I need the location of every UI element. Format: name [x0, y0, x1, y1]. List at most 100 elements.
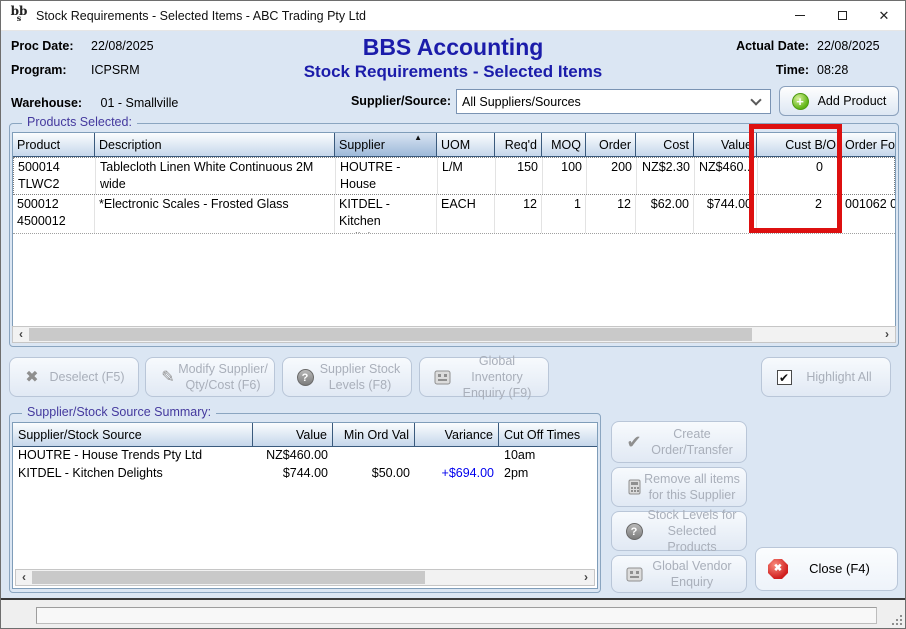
edit-pencil-icon: ✎ [158, 367, 178, 387]
window-title: Stock Requirements - Selected Items - AB… [36, 9, 779, 23]
cell-cust-bo: 0 [758, 158, 842, 194]
table-row[interactable]: 500014 TLWC2 Tablecloth Linen White Cont… [13, 157, 895, 195]
program-label: Program: [11, 63, 83, 77]
scroll-left-icon[interactable]: ‹ [16, 570, 32, 585]
col-order-for[interactable]: Order For [841, 133, 896, 157]
products-hscrollbar[interactable]: ‹ › [12, 326, 896, 343]
cell-order: 200 [587, 158, 637, 194]
close-window-button[interactable]: ✕ [863, 1, 905, 31]
scroll-right-icon[interactable]: › [879, 327, 895, 342]
summary-table-header: Supplier/Stock Source Value Min Ord Val … [13, 423, 597, 447]
minimize-icon [795, 15, 805, 16]
cell-supplier-source: HOUTRE - House Trends Pty Ltd [13, 447, 253, 465]
col-moq[interactable]: MOQ [542, 133, 586, 157]
maximize-button[interactable] [821, 1, 863, 31]
col-sum-value[interactable]: Value [253, 423, 333, 447]
cell-value: NZ$460... [695, 158, 758, 194]
resize-grip[interactable] [892, 615, 902, 625]
cell-variance [415, 447, 499, 465]
scroll-right-icon[interactable]: › [578, 570, 594, 585]
close-button[interactable]: ✖ Close (F4) [755, 547, 898, 591]
supplier-source-label: Supplier/Source: [341, 94, 451, 108]
supplier-summary-label: Supplier/Stock Source Summary: [22, 405, 216, 419]
scrollbar-thumb[interactable] [29, 328, 752, 341]
cell-reqd: 12 [495, 195, 542, 233]
close-icon: ✕ [879, 8, 890, 24]
cell-uom: L/M [438, 158, 496, 194]
warehouse-label: Warehouse: [11, 96, 82, 110]
add-product-label: Add Product [818, 94, 887, 108]
summary-row[interactable]: HOUTRE - House Trends Pty Ltd NZ$460.00 … [13, 447, 597, 465]
col-cust-bo[interactable]: Cust B/O [757, 133, 841, 157]
supplier-source-select[interactable]: All Suppliers/Sources [456, 89, 771, 114]
col-uom[interactable]: UOM [437, 133, 495, 157]
cell-reqd: 150 [496, 158, 543, 194]
cell-description: *Electronic Scales - Frosted Glass [95, 195, 335, 233]
highlight-all-toggle[interactable]: ✔ Highlight All [761, 357, 891, 397]
create-order-transfer-button[interactable]: ✔ Create Order/Transfer [611, 421, 747, 463]
col-reqd[interactable]: Req'd [495, 133, 542, 157]
cell-order: 12 [586, 195, 636, 233]
question-icon: ? [297, 369, 314, 386]
cell-product: 500012 4500012 [13, 195, 95, 233]
cell-cost: NZ$2.30 [637, 158, 695, 194]
register-icon [432, 370, 452, 385]
stock-levels-selected-button[interactable]: ? Stock Levels for Selected Products [611, 511, 747, 551]
scrollbar-thumb[interactable] [32, 571, 425, 584]
table-row[interactable]: 500012 4500012 *Electronic Scales - Fros… [13, 195, 895, 234]
app-window: bbs Stock Requirements - Selected Items … [0, 0, 906, 629]
cell-product: 500014 TLWC2 [14, 158, 96, 194]
cell-cust-bo: 2 [757, 195, 841, 233]
time-value: 08:28 [817, 63, 895, 77]
cell-supplier: KITDEL - Kitchen Delights [335, 195, 437, 233]
col-order[interactable]: Order [586, 133, 636, 157]
cell-moq: 100 [543, 158, 587, 194]
modify-supplier-button[interactable]: ✎ Modify Supplier/ Qty/Cost (F6) [145, 357, 275, 397]
supplier-summary-group: Supplier/Stock Source Summary: Supplier/… [9, 413, 601, 593]
col-variance[interactable]: Variance [415, 423, 499, 447]
summary-row[interactable]: KITDEL - Kitchen Delights $744.00 $50.00… [13, 465, 597, 483]
col-description[interactable]: Description [95, 133, 335, 157]
checkbox-checked-icon: ✔ [777, 370, 792, 385]
products-selected-group: Products Selected: Product Description S… [9, 123, 899, 347]
scroll-left-icon[interactable]: ‹ [13, 327, 29, 342]
products-table-header: Product Description Supplier▲ UOM Req'd … [13, 133, 895, 157]
actual-date-value: 22/08/2025 [817, 39, 895, 53]
col-cost[interactable]: Cost [636, 133, 694, 157]
status-bar [1, 598, 905, 628]
deselect-x-icon: ✖ [22, 367, 42, 387]
register-icon [624, 567, 644, 582]
cell-sum-value: $744.00 [253, 465, 333, 483]
check-icon: ✔ [624, 432, 644, 453]
products-table[interactable]: Product Description Supplier▲ UOM Req'd … [12, 132, 896, 328]
cell-cut-off: 2pm [499, 465, 598, 483]
plus-icon: + [792, 93, 809, 110]
global-vendor-enquiry-button[interactable]: Global Vendor Enquiry [611, 555, 747, 593]
col-value[interactable]: Value [694, 133, 757, 157]
titlebar: bbs Stock Requirements - Selected Items … [1, 1, 905, 31]
sort-ascending-icon: ▲ [414, 133, 422, 142]
supplier-stock-levels-button[interactable]: ? Supplier Stock Levels (F8) [282, 357, 412, 397]
supplier-source-value: All Suppliers/Sources [462, 95, 752, 109]
proc-date-value: 22/08/2025 [91, 39, 154, 53]
global-inventory-enquiry-button[interactable]: Global Inventory Enquiry (F9) [419, 357, 549, 397]
minimize-button[interactable] [779, 1, 821, 31]
col-supplier-source[interactable]: Supplier/Stock Source [13, 423, 253, 447]
cell-min-ord-val: $50.00 [333, 465, 415, 483]
summary-hscrollbar[interactable]: ‹ › [15, 569, 595, 586]
cell-cut-off: 10am [499, 447, 598, 465]
col-cut-off-times[interactable]: Cut Off Times [499, 423, 598, 447]
cell-uom: EACH [437, 195, 495, 233]
proc-date-label: Proc Date: [11, 39, 83, 53]
deselect-button[interactable]: ✖ Deselect (F5) [9, 357, 139, 397]
add-product-button[interactable]: + Add Product [779, 86, 899, 116]
summary-table[interactable]: Supplier/Stock Source Value Min Ord Val … [12, 422, 598, 589]
cell-sum-value: NZ$460.00 [253, 447, 333, 465]
col-product[interactable]: Product [13, 133, 95, 157]
col-supplier[interactable]: Supplier▲ [335, 133, 437, 157]
cell-order-for: 001062 001 [841, 195, 896, 233]
status-field [36, 607, 877, 624]
remove-all-items-button[interactable]: Remove all items for this Supplier [611, 467, 747, 507]
question-icon: ? [626, 523, 643, 540]
col-min-ord-val[interactable]: Min Ord Val [333, 423, 415, 447]
